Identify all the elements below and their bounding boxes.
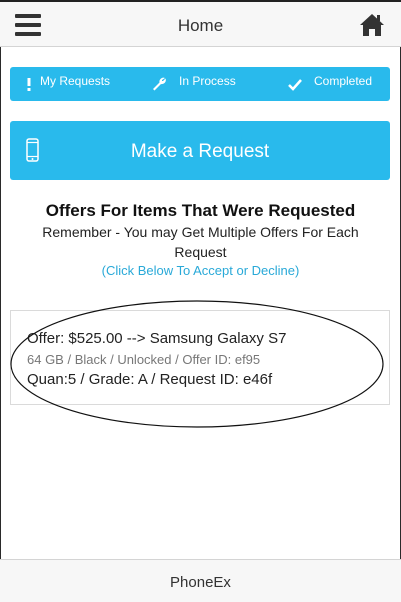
page-title: Home	[177, 16, 224, 35]
nav-completed[interactable]: Completed	[264, 67, 390, 101]
offer-price-model: Offer: $525.00 --> Samsung Galaxy S7	[27, 330, 287, 347]
make-request-label: Make a Request	[130, 141, 270, 162]
footer-brand: PhoneEx	[170, 574, 231, 591]
nav-in-process[interactable]: In Process	[137, 67, 263, 101]
exclamation-icon	[27, 78, 31, 91]
offer-quantity-grade: Quan:5 / Grade: A / Request ID: e46f	[27, 371, 273, 388]
checkmark-icon	[288, 79, 302, 91]
home-icon[interactable]	[359, 13, 385, 37]
nav-label: My Requests	[40, 74, 111, 88]
status-nav-bar: My Requests In Process Completed	[10, 67, 390, 101]
top-header: Home	[0, 0, 401, 47]
offers-hint: (Click Below To Accept or Decline)	[101, 263, 300, 278]
offers-heading: Offers For Items That Were Requested	[45, 201, 356, 220]
make-request-button[interactable]: Make a Request	[10, 121, 390, 180]
nav-label: In Process	[179, 74, 236, 88]
offers-subtext: Remember - You may Get Multiple Offers F…	[42, 224, 359, 260]
nav-my-requests[interactable]: My Requests	[10, 67, 136, 101]
footer-bar: PhoneEx	[0, 559, 401, 602]
nav-label: Completed	[314, 74, 373, 88]
wrench-icon	[153, 77, 166, 91]
offer-item[interactable]: Offer: $525.00 --> Samsung Galaxy S7 64 …	[10, 310, 390, 405]
offer-details: 64 GB / Black / Unlocked / Offer ID: ef9…	[27, 352, 261, 367]
